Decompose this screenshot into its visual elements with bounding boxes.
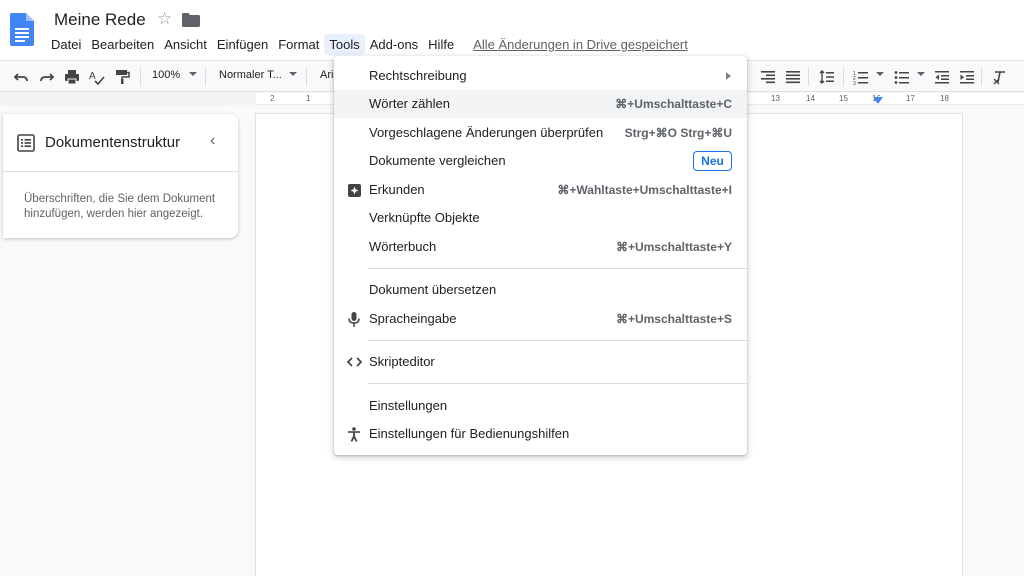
outline-hint-text: Überschriften, die Sie dem Dokument hinz… [24, 193, 216, 220]
redo-icon[interactable] [37, 67, 57, 87]
increase-indent-icon[interactable] [957, 67, 977, 87]
docs-logo-icon[interactable] [10, 13, 34, 46]
new-badge: Neu [693, 151, 732, 171]
line-spacing-icon[interactable] [817, 67, 837, 87]
menu-item-label: Einstellungen für Bedienungshilfen [369, 426, 570, 441]
accessibility-icon [346, 426, 362, 442]
menu-item-shortcut: ⌘+Umschalttaste+Y [615, 240, 732, 254]
zoom-caret-icon[interactable] [189, 72, 197, 76]
menu-item-shortcut: Strg+⌘O Strg+⌘U [624, 126, 732, 140]
menu-bearbeiten[interactable]: Bearbeiten [86, 34, 159, 55]
outline-divider [3, 171, 238, 172]
menu-item-label: Wörterbuch [369, 239, 437, 254]
svg-text:A: A [89, 71, 96, 82]
menu-item-label: Dokument übersetzen [369, 282, 497, 297]
menu-hilfe[interactable]: Hilfe [423, 34, 459, 55]
menu-item-label: Spracheingabe [369, 311, 457, 326]
ruler-number: 18 [940, 94, 949, 103]
menu-divider [368, 383, 747, 384]
menu-item-script-editor[interactable]: Skripteditor [334, 348, 747, 376]
toolbar-divider [205, 68, 206, 86]
menu-item-voice-typing[interactable]: Spracheingabe ⌘+Umschalttaste+S [334, 305, 747, 333]
ruler-number: 2 [270, 94, 275, 103]
save-status-link[interactable]: Alle Änderungen in Drive gespeichert [473, 37, 688, 52]
star-icon[interactable]: ☆ [157, 9, 172, 29]
undo-icon[interactable] [11, 67, 31, 87]
ruler-number: 14 [806, 94, 815, 103]
outline-title: Dokumentenstruktur [45, 134, 181, 151]
menu-item-shortcut: ⌘+Umschalttaste+C [615, 97, 732, 111]
menu-item-label: Einstellungen [369, 398, 448, 413]
menu-item-label: Vorgeschlagene Änderungen überprüfen [369, 125, 604, 140]
code-icon [346, 354, 362, 370]
numbered-list-caret-icon[interactable] [876, 72, 884, 76]
style-caret-icon[interactable] [289, 72, 297, 76]
clear-formatting-icon[interactable] [990, 67, 1010, 87]
outline-list-icon [17, 134, 35, 152]
menu-item-linked-objects[interactable]: Verknüpfte Objekte [334, 204, 747, 232]
menu-tools[interactable]: Tools [324, 33, 365, 55]
explore-icon [346, 182, 362, 198]
menu-item-label: Wörter zählen [369, 96, 450, 111]
menu-divider [368, 340, 747, 341]
menu-addons[interactable]: Add-ons [365, 34, 423, 55]
menu-format[interactable]: Format [273, 34, 324, 55]
toolbar-divider [140, 68, 141, 86]
toolbar-divider [981, 68, 982, 86]
align-justify-icon[interactable] [783, 67, 803, 87]
spellcheck-icon[interactable]: A [87, 67, 107, 87]
ruler-number: 15 [839, 94, 848, 103]
microphone-icon [346, 311, 362, 327]
svg-text:3: 3 [853, 81, 856, 85]
menu-item-translate-document[interactable]: Dokument übersetzen [334, 276, 747, 304]
menu-item-review-suggestions[interactable]: Vorgeschlagene Änderungen überprüfen Str… [334, 119, 747, 147]
header: Meine Rede ☆ Datei Bearbeiten Ansicht Ei… [0, 0, 1024, 60]
ruler-number: 17 [906, 94, 915, 103]
document-title[interactable]: Meine Rede [54, 10, 146, 30]
bulleted-list-icon[interactable] [892, 67, 912, 87]
menu-ansicht[interactable]: Ansicht [159, 34, 212, 55]
menu-datei[interactable]: Datei [46, 34, 86, 55]
ruler-number: 1 [306, 94, 311, 103]
menu-item-accessibility-settings[interactable]: Einstellungen für Bedienungshilfen [334, 420, 747, 448]
menu-item-label: Verknüpfte Objekte [369, 210, 480, 225]
menu-item-label: Erkunden [369, 182, 425, 197]
toolbar-divider [808, 68, 809, 86]
menu-item-label: Rechtschreibung [369, 68, 467, 83]
menu-divider [368, 268, 747, 269]
ruler-number: 13 [771, 94, 780, 103]
menu-item-label: Dokumente vergleichen [369, 153, 506, 168]
menu-item-dictionary[interactable]: Wörterbuch ⌘+Umschalttaste+Y [334, 233, 747, 261]
ruler-margin [0, 93, 256, 105]
zoom-select[interactable]: 100% [152, 69, 180, 81]
style-select[interactable]: Normaler T... [219, 69, 282, 81]
menu-item-spelling[interactable]: Rechtschreibung [334, 62, 747, 90]
bulleted-list-caret-icon[interactable] [917, 72, 925, 76]
paint-format-icon[interactable] [112, 67, 132, 87]
align-right-icon[interactable] [758, 67, 778, 87]
menu-item-shortcut: ⌘+Wahltaste+Umschalttaste+I [557, 183, 732, 197]
menu-item-explore[interactable]: Erkunden ⌘+Wahltaste+Umschalttaste+I [334, 176, 747, 204]
toolbar-divider [843, 68, 844, 86]
print-icon[interactable] [62, 67, 82, 87]
document-outline-panel: Dokumentenstruktur ‹ Überschriften, die … [3, 114, 238, 238]
submenu-arrow-icon [726, 72, 731, 80]
menu-einfuegen[interactable]: Einfügen [212, 34, 273, 55]
font-select[interactable]: Ari [320, 69, 333, 81]
tools-dropdown-menu: Rechtschreibung Wörter zählen ⌘+Umschalt… [334, 56, 747, 455]
collapse-outline-icon[interactable]: ‹ [210, 132, 215, 150]
menu-item-word-count[interactable]: Wörter zählen ⌘+Umschalttaste+C [334, 90, 747, 118]
menu-item-compare-documents[interactable]: Dokumente vergleichen Neu [334, 147, 747, 175]
menu-item-label: Skripteditor [369, 354, 435, 369]
numbered-list-icon[interactable]: 123 [851, 67, 871, 87]
decrease-indent-icon[interactable] [932, 67, 952, 87]
folder-icon[interactable] [182, 13, 200, 27]
menu-item-shortcut: ⌘+Umschalttaste+S [615, 312, 732, 326]
toolbar-divider [306, 68, 307, 86]
right-indent-marker-icon[interactable] [873, 97, 883, 104]
menu-bar: Datei Bearbeiten Ansicht Einfügen Format… [46, 33, 688, 55]
menu-item-preferences[interactable]: Einstellungen [334, 392, 747, 420]
